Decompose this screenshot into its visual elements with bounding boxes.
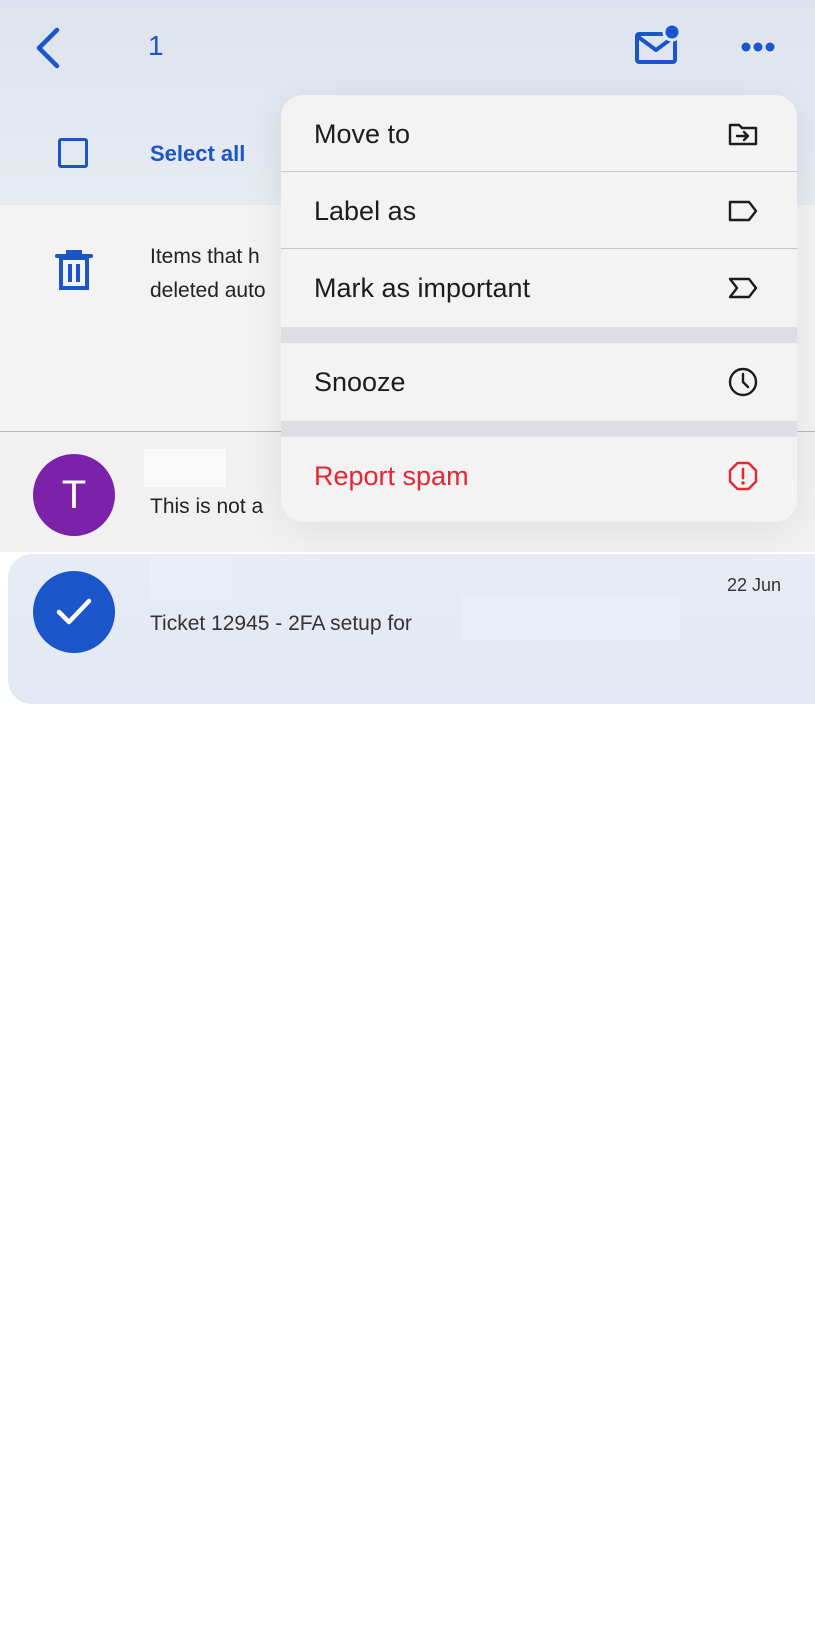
mark-unread-button[interactable] bbox=[634, 22, 684, 68]
menu-item-label: Mark as important bbox=[314, 272, 531, 303]
overflow-menu: Move to Label as Mark as important Snooz… bbox=[281, 95, 797, 522]
trash-info-text: Items that h deleted auto bbox=[150, 240, 266, 308]
more-horizontal-icon bbox=[741, 42, 775, 52]
menu-item-move-to[interactable]: Move to bbox=[281, 95, 797, 173]
email-snippet: This is not a bbox=[150, 495, 264, 518]
clock-icon bbox=[728, 367, 758, 397]
sender-name-redacted bbox=[144, 449, 226, 487]
trash-info-line2: deleted auto bbox=[150, 279, 266, 302]
mail-unread-icon bbox=[635, 22, 682, 64]
checkmark-icon bbox=[56, 598, 92, 625]
email-subject: Ticket 12945 - 2FA setup for bbox=[150, 612, 412, 635]
menu-item-report-spam[interactable]: Report spam bbox=[281, 437, 797, 515]
trash-icon bbox=[55, 250, 93, 290]
menu-item-label: Snooze bbox=[314, 366, 406, 397]
subject-redacted bbox=[462, 596, 680, 640]
report-spam-icon bbox=[728, 461, 758, 491]
email-date: 22 Jun bbox=[726, 575, 781, 595]
selected-avatar[interactable] bbox=[33, 571, 115, 653]
menu-item-snooze[interactable]: Snooze bbox=[281, 343, 797, 421]
menu-item-label: Report spam bbox=[314, 460, 469, 491]
back-arrow-icon bbox=[36, 27, 60, 69]
menu-item-label: Label as bbox=[314, 195, 417, 226]
menu-item-label-as[interactable]: Label as bbox=[281, 172, 797, 250]
menu-group-separator bbox=[281, 327, 797, 343]
more-options-button[interactable] bbox=[736, 32, 780, 62]
select-all-label[interactable]: Select all bbox=[150, 141, 245, 167]
menu-group-separator bbox=[281, 421, 797, 437]
trash-info-line1: Items that h bbox=[150, 245, 260, 268]
important-icon bbox=[728, 277, 758, 299]
back-button[interactable] bbox=[28, 24, 68, 72]
move-to-folder-icon bbox=[728, 123, 758, 146]
label-icon bbox=[728, 200, 758, 222]
select-all-checkbox[interactable] bbox=[58, 138, 88, 168]
menu-item-label: Move to bbox=[314, 118, 411, 149]
menu-item-mark-important[interactable]: Mark as important bbox=[281, 249, 797, 327]
sender-name-redacted bbox=[150, 556, 232, 600]
selected-count: 1 bbox=[148, 30, 164, 61]
avatar[interactable]: T bbox=[33, 454, 115, 536]
